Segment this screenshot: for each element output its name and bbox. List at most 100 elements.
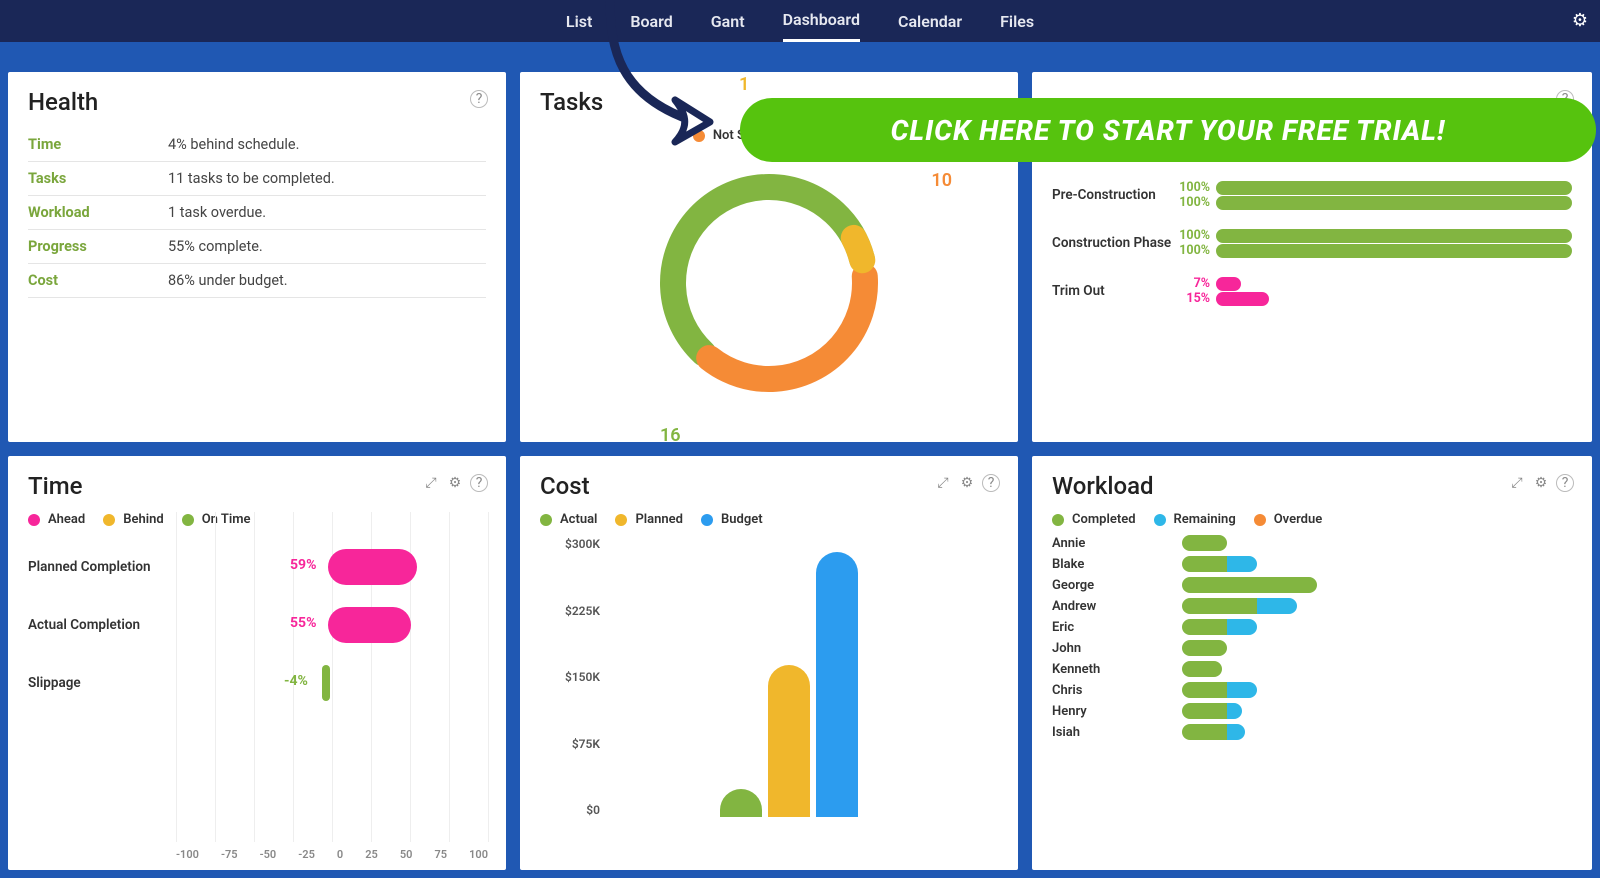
gear-icon[interactable]: ⚙ [1532,474,1550,492]
donut-label-bottom: 16 [660,425,681,442]
time-bar [322,665,330,701]
workload-row: Isiah [1052,724,1572,740]
gear-icon[interactable]: ⚙ [958,474,976,492]
axis-tick: $150K [540,670,600,684]
health-label: Workload [28,204,168,221]
cost-yaxis: $300K $225K $150K $75K $0 [540,537,600,817]
donut-label-right: 10 [931,170,952,191]
gear-icon[interactable]: ⚙ [1572,10,1588,31]
workload-segment [1227,556,1257,572]
legend-behind: Behind [103,512,163,527]
workload-segment [1182,661,1222,677]
axis-tick: $225K [540,604,600,618]
progress-label: Construction Phase [1052,235,1174,251]
cost-bar [816,552,858,817]
sub-navbar [0,42,1600,72]
tab-board[interactable]: Board [630,2,672,41]
health-row: Cost86% under budget. [28,264,486,298]
time-card: ⤢ ⚙ ? Time Ahead Behind On Time Planned … [8,456,506,870]
workload-bar [1182,535,1227,551]
workload-bar [1182,661,1222,677]
time-bar [328,549,417,585]
health-row: Time4% behind schedule. [28,128,486,162]
help-icon[interactable]: ? [982,474,1000,492]
health-label: Time [28,136,168,153]
health-value: 55% complete. [168,238,263,255]
tab-files[interactable]: Files [1000,2,1034,41]
progress-row: Construction Phase100%100% [1052,228,1572,258]
help-icon[interactable]: ? [470,90,488,108]
workload-row: Blake [1052,556,1572,572]
progress-bar [1216,181,1572,195]
time-title: Time [28,472,486,500]
cost-card: ⤢ ⚙ ? Cost Actual Planned Budget $300K$2… [520,456,1018,870]
progress-label: Pre-Construction [1052,187,1174,203]
progress-pct: 100% [1174,180,1210,195]
workload-name: George [1052,578,1182,593]
health-row: Tasks11 tasks to be completed. [28,162,486,196]
cost-bar [720,789,762,817]
progress-bar [1216,292,1269,306]
workload-segment [1182,535,1227,551]
workload-bar [1182,703,1242,719]
axis-tick: -75 [221,848,238,864]
axis-tick: -50 [260,848,277,864]
progress-label: Trim Out [1052,283,1174,299]
health-row: Workload1 task overdue. [28,196,486,230]
axis-tick: 25 [365,848,378,864]
legend-completed: Completed [1052,512,1136,527]
tasks-donut: 1 10 16 [540,153,998,413]
cost-chart: $300K $225K $150K $75K $0 [540,537,998,817]
workload-legend: Completed Remaining Overdue [1052,512,1572,527]
time-label: Actual Completion [28,617,178,633]
workload-row: Eric [1052,619,1572,635]
expand-icon[interactable]: ⤢ [934,474,952,492]
time-bar [328,607,411,643]
help-icon[interactable]: ? [1556,474,1574,492]
workload-bar [1182,598,1297,614]
workload-segment [1182,556,1227,572]
tab-list[interactable]: List [566,2,592,41]
tab-gant[interactable]: Gant [711,2,745,41]
workload-name: Isiah [1052,725,1182,740]
axis-tick: 75 [435,848,448,864]
axis-tick: 0 [337,848,343,864]
gear-icon[interactable]: ⚙ [446,474,464,492]
workload-segment [1182,640,1227,656]
progress-bar [1216,277,1241,291]
axis-tick: $75K [540,737,600,751]
dashboard-grid: ? Health Time4% behind schedule.Tasks11 … [0,72,1600,878]
progress-row: Pre-Construction100%100% [1052,180,1572,210]
expand-icon[interactable]: ⤢ [422,474,440,492]
cost-bars [720,552,858,817]
workload-name: John [1052,641,1182,656]
health-value: 4% behind schedule. [168,136,299,153]
time-label: Planned Completion [28,559,178,575]
axis-tick: $0 [540,803,600,817]
workload-name: Blake [1052,557,1182,572]
cta-free-trial[interactable]: CLICK HERE TO START YOUR FREE TRIAL! [740,98,1596,162]
progress-bar [1216,196,1572,210]
progress-bar [1216,229,1572,243]
axis-tick: 100 [469,848,488,864]
axis-tick: $300K [540,537,600,551]
time-row: Planned Completion 59% [28,549,486,585]
workload-segment [1227,724,1245,740]
workload-segment [1182,703,1227,719]
workload-row: Henry [1052,703,1572,719]
help-icon[interactable]: ? [470,474,488,492]
time-pct: 59% [290,557,316,573]
progress-row: Trim Out7%15% [1052,276,1572,306]
health-value: 86% under budget. [168,272,288,289]
tab-dashboard[interactable]: Dashboard [783,0,860,42]
workload-title: Workload [1052,472,1572,500]
health-label: Progress [28,238,168,255]
workload-segment [1182,724,1227,740]
donut-label-top: 1 [739,74,749,95]
workload-bar [1182,682,1257,698]
expand-icon[interactable]: ⤢ [1508,474,1526,492]
workload-row: George [1052,577,1572,593]
health-value: 11 tasks to be completed. [168,170,335,187]
tab-calendar[interactable]: Calendar [898,2,962,41]
workload-bar [1182,640,1227,656]
